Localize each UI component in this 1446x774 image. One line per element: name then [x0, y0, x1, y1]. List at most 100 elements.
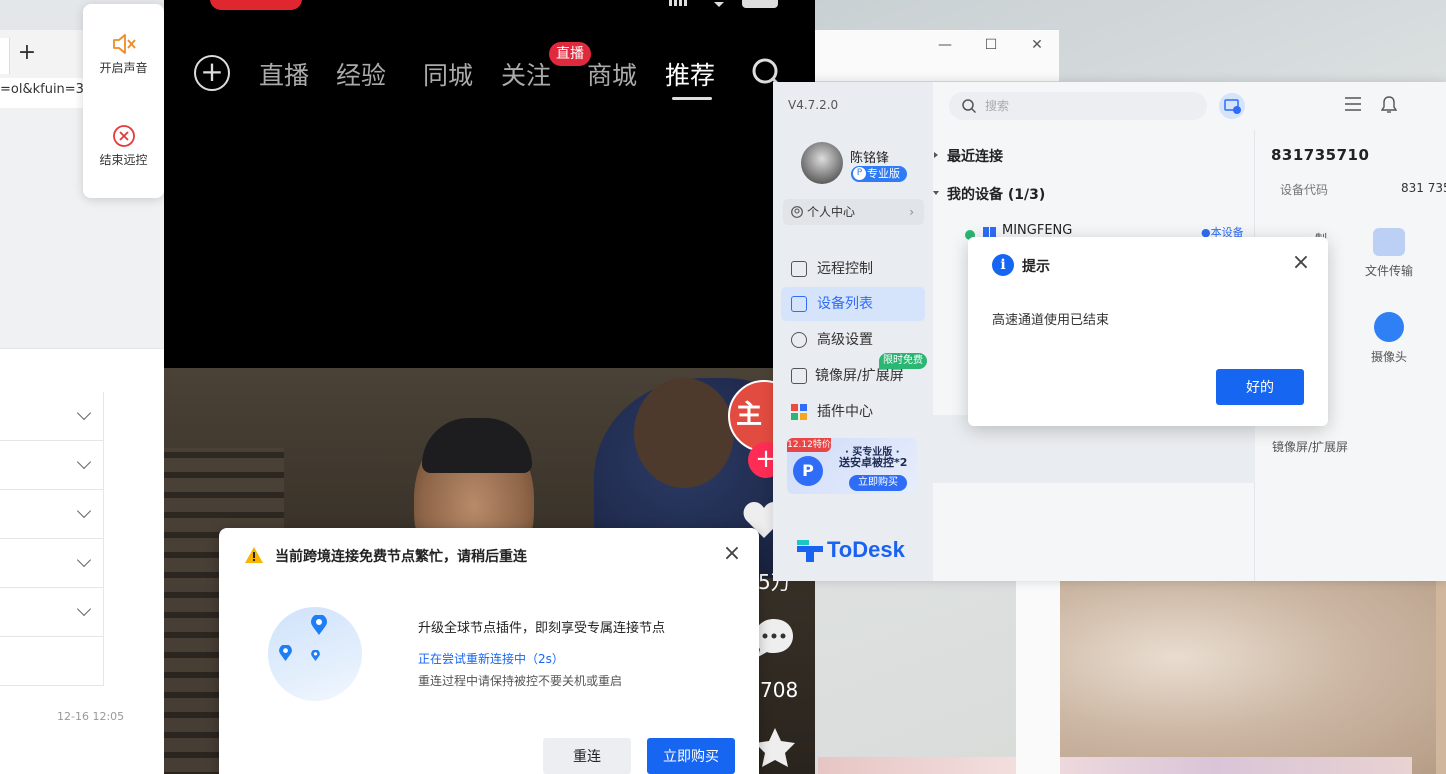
enable-sound-button[interactable]: 开启声音 [83, 32, 164, 76]
accordion-item[interactable] [0, 588, 104, 637]
nav-tab-mall[interactable]: 商城 [587, 56, 637, 92]
remote-device-icon[interactable] [1219, 93, 1245, 119]
ok-button[interactable]: 好的 [1216, 369, 1304, 405]
promo-tag: 12.12特价 [787, 438, 831, 452]
folder-transfer-icon [1373, 228, 1405, 256]
maximize-button[interactable]: ☐ [968, 30, 1014, 60]
chevron-down-icon [76, 552, 92, 568]
tool-label: 文件传输 [1364, 264, 1413, 278]
nav-tab-live[interactable]: 直播 [259, 56, 309, 92]
hamburger-menu-icon[interactable] [1345, 96, 1361, 112]
node-busy-dialog: 当前跨境连接免费节点繁忙，请稍后重连 × 升级全球节点插件，即刻享受专属连接节点… [219, 528, 759, 774]
speaker-muted-icon [112, 34, 136, 54]
location-pin-icon [279, 645, 292, 661]
reconnect-button[interactable]: 重连 [543, 738, 631, 774]
promo-buy-button[interactable]: 立即购买 [849, 475, 907, 491]
chevron-right-icon: › [909, 205, 914, 219]
background-window-titlebar: — ☐ ✕ [815, 30, 1059, 82]
nav-tab-following[interactable]: 关注 [501, 56, 551, 92]
dialog-message: 高速通道使用已结束 [992, 313, 1110, 328]
info-icon: i [992, 254, 1014, 276]
camera-icon [1374, 312, 1404, 342]
accordion-item[interactable] [0, 392, 104, 441]
remote-control-toolbar: 开启声音 结束远控 [83, 4, 164, 198]
chevron-down-icon [76, 601, 92, 617]
app-top-nav: + 直播 经验 同城 关注 商城 推荐 直播 [164, 42, 815, 100]
chevron-down-icon [76, 503, 92, 519]
personal-center-label: 个人中心 [807, 205, 856, 219]
new-tab-button[interactable]: + [14, 40, 40, 66]
menu-remote-control[interactable]: 远程控制 [781, 252, 925, 286]
device-code-label: 设备代码 [1280, 183, 1329, 197]
section-my-devices[interactable]: 我的设备 (1/3) [932, 184, 1045, 204]
personal-center-button[interactable]: 个人中心 › [783, 199, 924, 225]
menu-plugin-center[interactable]: 插件中心 [781, 395, 925, 429]
device-name: MINGFENG [1002, 223, 1073, 238]
search-icon [962, 99, 976, 113]
devices-icon [791, 296, 807, 312]
section-recent-connections[interactable]: 最近连接 [934, 146, 1003, 166]
location-pin-icon [311, 650, 320, 661]
mirror-screen-icon [791, 368, 807, 384]
close-circle-icon [112, 125, 135, 147]
device-code-title: 831735710 [1271, 146, 1370, 164]
menu-advanced-settings[interactable]: 高级设置 [781, 323, 925, 357]
nav-tab-recommend[interactable]: 推荐 [665, 56, 715, 92]
chevron-down-icon [76, 454, 92, 470]
todesk-logo: ToDesk [797, 537, 917, 567]
user-name: 陈铭锋 [850, 151, 890, 166]
desktop-photo [1060, 580, 1446, 774]
upgrade-message: 升级全球节点插件，即刻享受专属连接节点 [418, 621, 666, 636]
user-icon [791, 206, 803, 218]
prompt-dialog: i 提示 × 高速通道使用已结束 好的 [968, 237, 1328, 426]
todesk-sidebar: V4.7.2.0 陈铭锋 专业版 个人中心 › 远程控制 设备列表 高级设置 镜… [773, 82, 933, 581]
nav-tab-experience[interactable]: 经验 [336, 56, 386, 92]
pro-badge: 专业版 [851, 166, 907, 182]
favorite-star-icon[interactable] [754, 726, 796, 774]
accordion-item[interactable] [0, 441, 104, 490]
user-avatar[interactable] [801, 142, 843, 184]
status-time-pill [210, 0, 302, 10]
menu-label: 镜像屏/扩展屏 [815, 368, 904, 384]
menu-label: 高级设置 [817, 332, 873, 348]
search-input[interactable]: 搜索 [949, 92, 1207, 120]
buy-now-button[interactable]: 立即购买 [647, 738, 735, 774]
search-placeholder: 搜索 [985, 99, 1010, 113]
menu-device-list[interactable]: 设备列表 [781, 287, 925, 321]
timestamp: 12-16 12:05 [57, 710, 125, 723]
reconnect-status: 正在尝试重新连接中（2s） [418, 652, 564, 666]
nav-tab-nearby[interactable]: 同城 [423, 56, 473, 92]
close-icon[interactable]: × [1290, 252, 1312, 274]
address-bar[interactable]: =ol&kfuin=30 [0, 78, 90, 106]
background-window-body [1016, 581, 1060, 774]
chevron-down-icon [76, 405, 92, 421]
end-remote-button[interactable]: 结束远控 [83, 124, 164, 168]
comment-count: 708 [760, 678, 799, 702]
taskbar-thumbnail-strip [818, 757, 1412, 774]
minimize-button[interactable]: — [922, 30, 968, 60]
tool-label: 摄像头 [1370, 350, 1407, 364]
accordion-item[interactable] [0, 539, 104, 588]
menu-label: 远程控制 [817, 261, 873, 277]
promo-text-line2: 送安卓被控*2 [839, 456, 908, 469]
settings-icon [791, 332, 807, 348]
todesk-logo-icon [797, 540, 823, 562]
bell-icon[interactable] [1381, 96, 1397, 114]
version-label: V4.7.2.0 [788, 98, 839, 112]
close-icon[interactable]: × [721, 543, 743, 565]
tool-mirror-screen[interactable]: 镜像屏/扩展屏 [1255, 438, 1365, 455]
todesk-logo-text: ToDesk [827, 537, 905, 562]
promo-banner[interactable]: 12.12特价 P · 买专业版 · 送安卓被控*2 立即购买 [787, 438, 917, 494]
accordion-item[interactable] [0, 490, 104, 539]
menu-label: 插件中心 [817, 404, 873, 420]
close-button[interactable]: ✕ [1014, 30, 1060, 60]
tool-file-transfer[interactable]: 文件传输 [1349, 228, 1429, 279]
location-pin-icon [311, 615, 327, 635]
browser-tab[interactable] [0, 38, 10, 74]
add-circle-icon[interactable]: + [194, 55, 230, 91]
limited-free-badge: 限时免费 [879, 353, 927, 369]
accordion-footer [0, 636, 104, 686]
status-bar-icons [669, 0, 778, 8]
tool-camera[interactable]: 摄像头 [1349, 312, 1429, 365]
dialog-title: 提示 [1022, 259, 1050, 275]
